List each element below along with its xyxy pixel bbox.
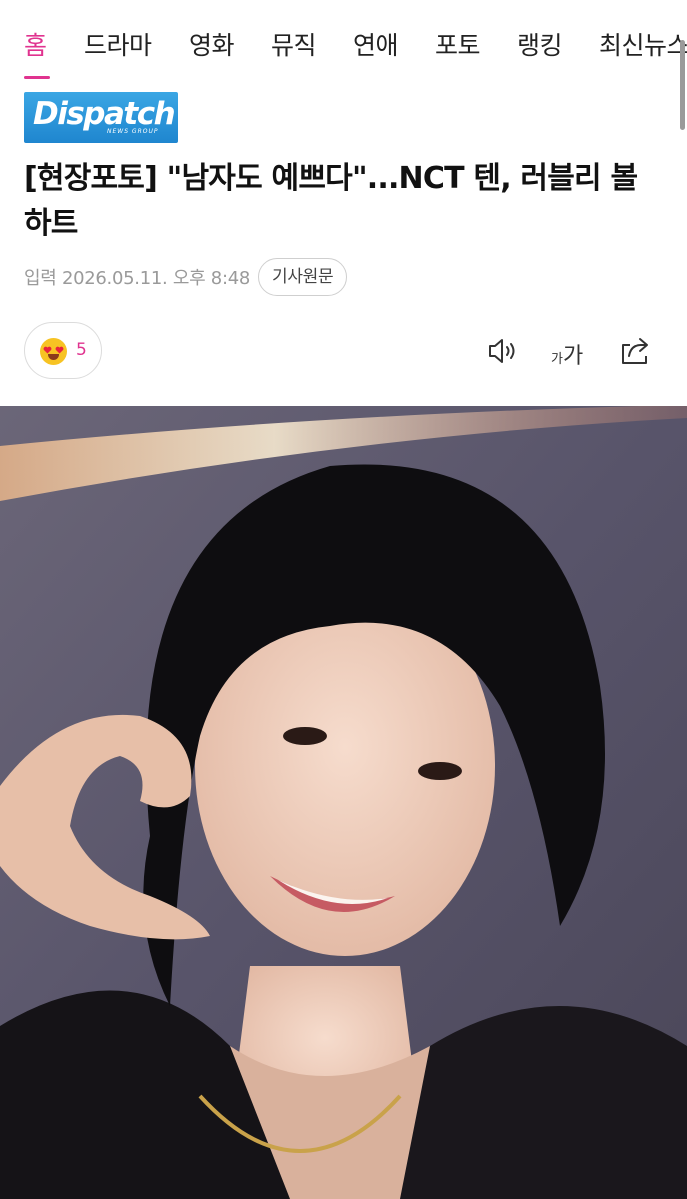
nav-tab-photo[interactable]: 포토: [435, 26, 481, 62]
article-page: 홈 드라마 영화 뮤직 연애 포토 랭킹 최신뉴스 Dispatch NEWS …: [0, 0, 687, 1199]
font-size-large-label: 가: [562, 344, 584, 369]
heart-eye-right-icon: [55, 346, 64, 354]
original-article-button[interactable]: 기사원문: [258, 258, 348, 296]
nav-tab-latest-news[interactable]: 최신뉴스: [599, 26, 687, 62]
emoji-mouth: [48, 354, 59, 360]
logo-wordmark: Dispatch: [33, 96, 176, 132]
heart-eyes-emoji-icon: [40, 338, 67, 365]
font-size-small-label: 가: [551, 352, 563, 367]
font-size-button[interactable]: 가가: [551, 338, 583, 370]
page-scrollbar[interactable]: [680, 40, 685, 130]
speaker-icon[interactable]: [487, 336, 519, 366]
reaction-button[interactable]: 5: [24, 322, 102, 379]
publish-date: 입력 2026.05.11. 오후 8:48: [24, 268, 251, 289]
active-tab-indicator: [24, 76, 50, 79]
heart-eye-left-icon: [43, 346, 52, 354]
article-photo: [0, 406, 687, 1199]
article-headline: [현장포토] "남자도 예쁘다"...NCT 텐, 러블리 볼하트: [24, 161, 638, 241]
nav-tab-music[interactable]: 뮤직: [271, 26, 317, 62]
category-nav: 홈 드라마 영화 뮤직 연애 포토 랭킹 최신뉴스: [0, 0, 687, 82]
reaction-count: 5: [76, 340, 87, 360]
nav-tab-dating[interactable]: 연애: [353, 26, 399, 62]
dispatch-logo[interactable]: Dispatch NEWS GROUP: [24, 92, 178, 143]
nav-tab-home[interactable]: 홈: [24, 26, 47, 62]
logo-tagline: NEWS GROUP: [107, 128, 159, 135]
nav-tab-drama[interactable]: 드라마: [84, 26, 152, 62]
nav-tab-ranking[interactable]: 랭킹: [517, 26, 563, 62]
nav-tab-movie[interactable]: 영화: [189, 26, 235, 62]
share-icon[interactable]: [619, 336, 651, 366]
